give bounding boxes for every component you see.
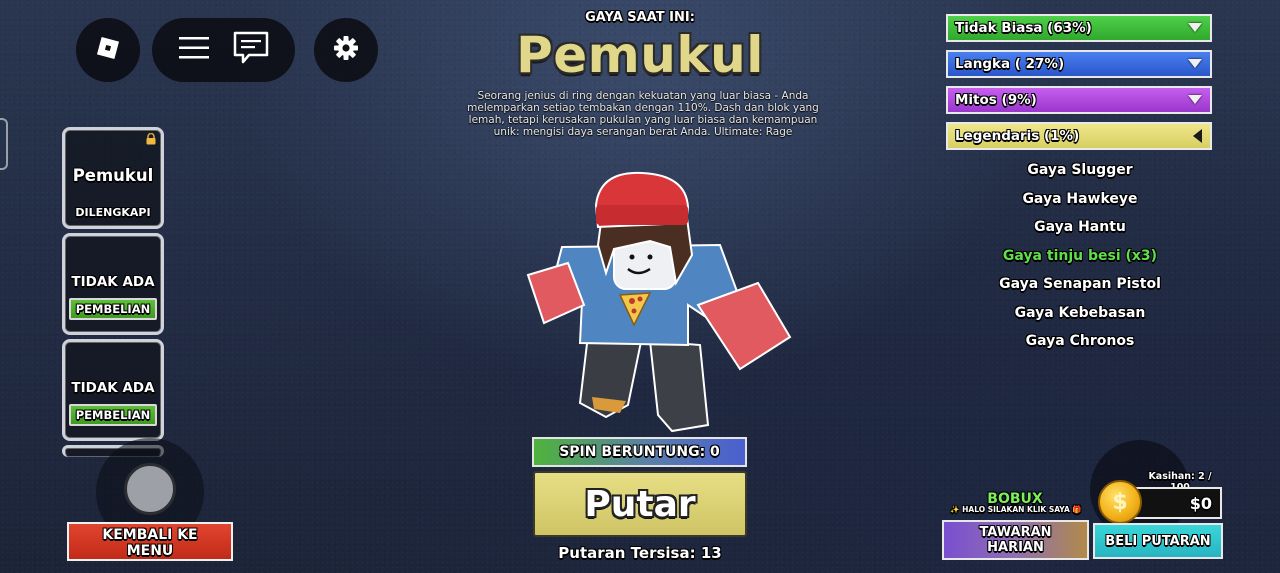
- back-button-line2: MENU: [126, 543, 174, 559]
- spin-button[interactable]: Putar: [533, 471, 747, 537]
- buy-spins-button[interactable]: BELI PUTARAN: [1093, 523, 1223, 559]
- style-list-item[interactable]: Gaya Chronos: [960, 329, 1200, 358]
- spins-remaining: Putaran Tersisa: 13: [558, 544, 722, 562]
- style-list-item[interactable]: Gaya Kebebasan: [960, 301, 1200, 330]
- coin-icon: $: [1098, 480, 1142, 524]
- style-list-item[interactable]: Gaya Hawkeye: [960, 187, 1200, 216]
- current-style-name: Pemukul: [516, 26, 764, 84]
- chevron-down-icon: [1188, 23, 1202, 32]
- legendary-style-list: Gaya Slugger Gaya Hawkeye Gaya Hantu Gay…: [960, 158, 1200, 358]
- style-list-item[interactable]: Gaya Slugger: [960, 158, 1200, 187]
- rarity-rare[interactable]: Langka ( 27%): [946, 50, 1212, 78]
- style-slot-2[interactable]: TIDAK ADA PEMBELIAN: [62, 233, 164, 335]
- rarity-label: Langka ( 27%): [955, 56, 1065, 72]
- daily-offer-button[interactable]: TAWARAN HARIAN: [942, 520, 1089, 560]
- slot-status: DILENGKAPI: [75, 205, 151, 219]
- style-description: Seorang jenius di ring dengan kekuatan y…: [467, 90, 819, 138]
- menu-chat-pill: [152, 18, 295, 82]
- purchase-button[interactable]: PEMBELIAN: [69, 404, 157, 426]
- hamburger-icon[interactable]: [178, 35, 210, 65]
- roblox-menu-button[interactable]: [76, 18, 140, 82]
- rarity-mythic[interactable]: Mitos (9%): [946, 86, 1212, 114]
- thumbstick-knob[interactable]: [124, 463, 176, 515]
- money-display: $0: [1130, 487, 1222, 519]
- back-button-line1: KEMBALI KE: [102, 527, 198, 543]
- back-to-menu-button[interactable]: KEMBALI KE MENU: [67, 522, 233, 561]
- rarity-legendary[interactable]: Legendaris (1%): [946, 122, 1212, 150]
- rarity-uncommon[interactable]: Tidak Biasa (63%): [946, 14, 1212, 42]
- lock-icon: [146, 133, 156, 145]
- rarity-label: Mitos (9%): [955, 92, 1037, 108]
- style-list-item-highlighted[interactable]: Gaya tinju besi (x3): [960, 244, 1200, 273]
- slot-name: TIDAK ADA: [71, 380, 155, 396]
- roblox-logo-icon: [93, 33, 123, 67]
- chevron-left-icon: [1193, 129, 1202, 143]
- chat-icon[interactable]: [233, 31, 269, 69]
- purchase-button[interactable]: PEMBELIAN: [69, 298, 157, 320]
- chevron-down-icon: [1188, 95, 1202, 104]
- bobux-subtitle[interactable]: ✨ HALO SILAKAN KLIK SAYA 🎁: [946, 505, 1086, 514]
- chevron-down-icon: [1188, 59, 1202, 68]
- style-slot-1[interactable]: Pemukul DILENGKAPI: [62, 127, 164, 229]
- edge-handle[interactable]: [0, 118, 8, 170]
- settings-button[interactable]: [314, 18, 378, 82]
- slot-name: TIDAK ADA: [71, 274, 155, 290]
- daily-offer-line2: HARIAN: [987, 540, 1044, 555]
- rarity-label: Legendaris (1%): [955, 128, 1080, 144]
- slot-name: Pemukul: [72, 166, 154, 185]
- style-slot-3[interactable]: TIDAK ADA PEMBELIAN: [62, 339, 164, 441]
- daily-offer-line1: TAWARAN: [979, 525, 1052, 540]
- style-list-item[interactable]: Gaya Senapan Pistol: [960, 272, 1200, 301]
- rarity-label: Tidak Biasa (63%): [955, 20, 1092, 36]
- player-avatar: [526, 171, 792, 433]
- gear-icon: [333, 35, 359, 65]
- current-style-label: GAYA SAAT INI:: [585, 10, 695, 25]
- lucky-spin-counter: SPIN BERUNTUNG: 0: [532, 437, 747, 467]
- style-list-item[interactable]: Gaya Hantu: [960, 215, 1200, 244]
